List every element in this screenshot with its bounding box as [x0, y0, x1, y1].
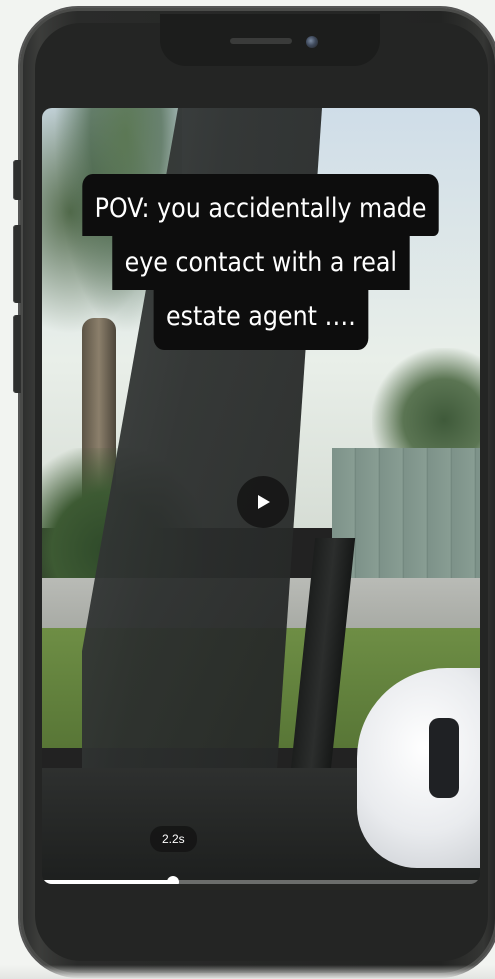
progress-bar[interactable] — [42, 876, 480, 884]
caption-line-1: POV: you accidentally made — [82, 174, 440, 236]
earpiece-speaker — [230, 38, 292, 44]
timestamp-badge: 2.2s — [150, 826, 197, 852]
scene-fence — [332, 448, 480, 578]
car-mirror-slot — [429, 718, 459, 798]
volume-up-button — [13, 225, 21, 303]
stage: POV: you accidentally made eye contact w… — [0, 0, 495, 979]
caption-line-2: eye contact with a real — [112, 236, 410, 290]
video-caption: POV: you accidentally made eye contact w… — [42, 174, 480, 350]
front-camera — [306, 36, 318, 48]
caption-line-3: estate agent …. — [153, 290, 369, 350]
video-player[interactable]: POV: you accidentally made eye contact w… — [42, 108, 480, 884]
play-button[interactable] — [237, 476, 289, 528]
progress-scrubber-handle[interactable] — [167, 876, 180, 884]
silent-switch — [13, 160, 21, 200]
volume-down-button — [13, 315, 21, 393]
progress-fill — [42, 880, 174, 884]
play-icon — [258, 495, 270, 509]
bottom-fade — [0, 965, 495, 979]
